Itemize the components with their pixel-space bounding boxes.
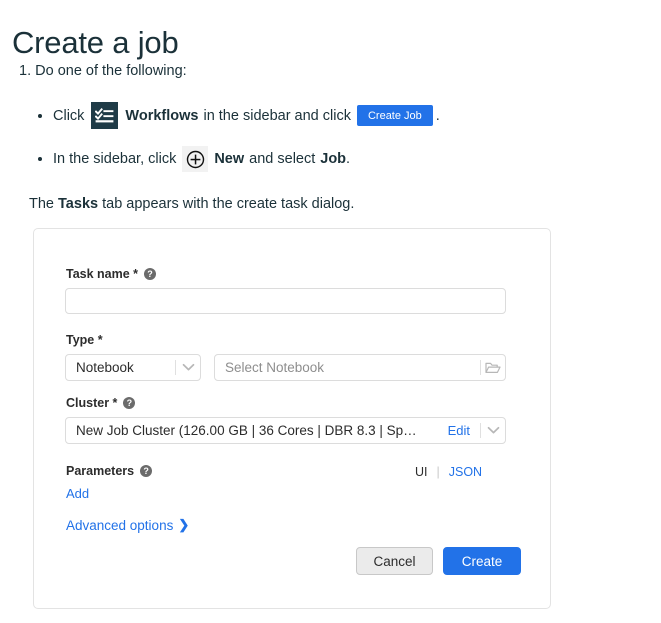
list-item: Click Workflows in the sidebar and click…: [38, 102, 440, 129]
bullet-dot: [38, 113, 42, 118]
help-icon[interactable]: ?: [140, 465, 153, 477]
cluster-select[interactable]: New Job Cluster (126.00 GB | 36 Cores | …: [65, 417, 506, 444]
parameters-label: Parameters ?: [66, 463, 153, 479]
type-select[interactable]: Notebook: [65, 354, 201, 381]
paragraph-tasks-tab: The Tasks tab appears with the create ta…: [29, 194, 354, 214]
chevron-right-icon: ❯: [178, 517, 190, 532]
type-select-value: Notebook: [76, 360, 134, 375]
bullet-one-lead: Click: [53, 107, 85, 124]
step-text: Do one of the following:: [35, 63, 187, 79]
new-label: New: [214, 151, 245, 167]
bullet-dot: [38, 157, 42, 161]
help-icon[interactable]: ?: [144, 268, 157, 280]
notebook-placeholder: Select Notebook: [225, 360, 325, 375]
cancel-button[interactable]: Cancel: [356, 547, 433, 575]
paragraph-before: The: [29, 196, 54, 212]
task-name-input[interactable]: [65, 288, 506, 314]
create-job-chip[interactable]: Create Job: [356, 105, 433, 126]
paragraph-after: tab appears with the create task dialog.: [102, 196, 355, 212]
plus-circle-icon[interactable]: [182, 146, 209, 172]
job-label: Job: [320, 151, 347, 167]
cluster-label-text: Cluster *: [66, 396, 118, 410]
toggle-ui-option[interactable]: UI: [415, 465, 428, 479]
step-item: 1. Do one of the following:: [19, 61, 187, 81]
cluster-label: Cluster * ?: [66, 395, 136, 411]
step-number: 1.: [19, 63, 32, 79]
page-title: Create a job: [12, 24, 179, 60]
bullet-one-trailing: .: [435, 107, 440, 124]
cluster-value: New Job Cluster (126.00 GB | 36 Cores | …: [76, 423, 417, 438]
task-name-label-text: Task name *: [66, 267, 139, 281]
bullet-two-middle: and select: [249, 151, 316, 167]
list-item: In the sidebar, click New and select Job…: [38, 146, 350, 172]
advanced-options-toggle[interactable]: Advanced options ❯: [66, 517, 189, 533]
chevron-down-icon[interactable]: [481, 426, 505, 435]
bullet-one-middle: in the sidebar and click: [203, 107, 351, 124]
parameters-format-toggle: UI | JSON: [415, 465, 482, 479]
toggle-json-option[interactable]: JSON: [449, 465, 482, 479]
task-name-label: Task name * ?: [66, 266, 157, 282]
tasks-bold: Tasks: [58, 196, 99, 212]
cluster-edit-link[interactable]: Edit: [448, 423, 470, 438]
parameters-label-text: Parameters: [66, 464, 135, 478]
create-button[interactable]: Create: [443, 547, 521, 575]
type-label: Type *: [66, 332, 103, 348]
toggle-separator: |: [436, 465, 440, 479]
notebook-path-input[interactable]: Select Notebook: [214, 354, 506, 381]
parameters-add-link[interactable]: Add: [66, 486, 89, 501]
chevron-down-icon[interactable]: [176, 363, 200, 372]
bullet-two-trailing: .: [346, 151, 351, 167]
folder-open-icon[interactable]: [481, 361, 505, 375]
type-label-text: Type *: [66, 333, 103, 347]
workflows-label: Workflows: [125, 107, 199, 124]
workflows-icon[interactable]: [91, 102, 119, 129]
help-icon[interactable]: ?: [123, 397, 136, 409]
create-task-dialog: Task name * ? Type * Notebook Select Not…: [33, 228, 551, 609]
bullet-two-lead: In the sidebar, click: [53, 151, 177, 167]
advanced-options-label: Advanced options: [66, 517, 174, 533]
